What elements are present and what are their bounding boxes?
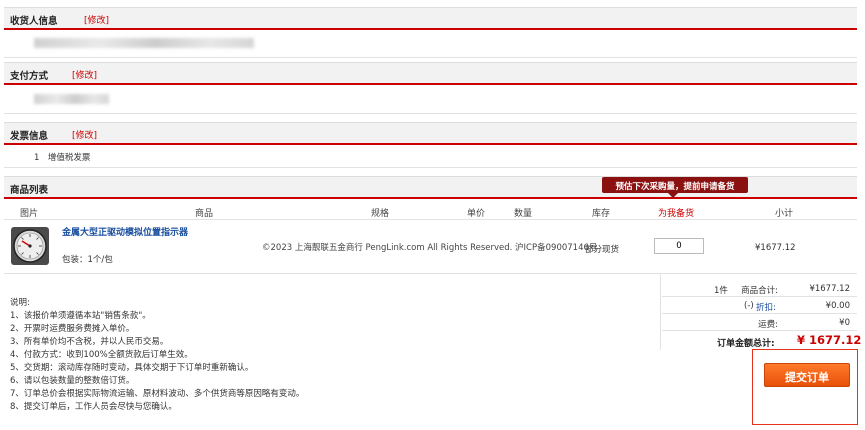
- product-subtotal: ¥1677.12: [755, 243, 796, 253]
- invoice-type: 1 增值税发票: [34, 153, 91, 163]
- reserve-tooltip-text: 预估下次采购量，提前申请备货: [615, 182, 735, 192]
- receiver-info: [4, 30, 857, 58]
- product-name-link[interactable]: 金属大型正驱动模拟位置指示器: [62, 225, 188, 238]
- col-reserve: 为我备货: [658, 209, 695, 219]
- submit-order-button[interactable]: 提交订单: [764, 363, 850, 387]
- shipping-label: 运费:: [758, 320, 778, 330]
- row-divider: [4, 273, 857, 274]
- order-total-value: ¥ 1677.12: [797, 333, 862, 347]
- submit-order-label: 提交订单: [785, 371, 829, 384]
- note-line: 2、开票时运费服务费摊入单价。: [10, 324, 135, 334]
- note-line: 3、所有单价均不含税，并以人民币交易。: [10, 337, 169, 347]
- copyright-text: ©2023 上海靓联五金商行 PengLink.com All Rights R…: [262, 243, 598, 253]
- summary-line-3: [662, 330, 857, 331]
- invoice-info: 1 增值税发票: [4, 145, 857, 168]
- col-subtotal: 小计: [775, 209, 794, 219]
- summary-line-2: [662, 313, 857, 314]
- order-total-label: 订单金额总计:: [717, 339, 775, 349]
- note-line: 说明:: [10, 298, 30, 308]
- receiver-title: 收货人信息: [10, 16, 58, 27]
- tooltip-arrow: [668, 193, 678, 198]
- header-divider: [4, 219, 857, 220]
- submit-highlight-frame: [752, 349, 858, 425]
- col-stock: 库存: [592, 209, 611, 219]
- goods-total-label: 商品合计:: [741, 286, 778, 296]
- discount-label[interactable]: 折扣:: [756, 301, 776, 313]
- payment-title: 支付方式: [10, 71, 49, 82]
- note-line: 5、交货期：滚动库存随时变动，具体交期于下订单时重新确认。: [10, 363, 254, 373]
- note-line: 4、付款方式：收到100%全额货款后订单生效。: [10, 350, 193, 360]
- goods-title: 商品列表: [10, 185, 49, 196]
- invoice-section-header: 发票信息 [修改]: [4, 122, 857, 145]
- shipping-value: ¥0: [839, 318, 850, 328]
- product-package: 包装：1个/包: [62, 255, 113, 265]
- summary-divider: [660, 274, 661, 350]
- col-price: 单价: [467, 209, 486, 219]
- reserve-qty-input[interactable]: [654, 238, 704, 254]
- note-line: 7、订单总价会根据实际物流运输、原材料波动、多个供货商等原因略有变动。: [10, 389, 305, 399]
- discount-prefix: (-): [744, 301, 754, 311]
- discount-value: ¥0.00: [825, 301, 850, 311]
- col-spec: 规格: [371, 209, 390, 219]
- product-image[interactable]: [10, 226, 50, 266]
- col-product: 商品: [195, 209, 214, 219]
- reserve-tooltip: 预估下次采购量，提前申请备货: [602, 177, 748, 193]
- col-image: 图片: [20, 209, 39, 219]
- receiver-redacted: [34, 38, 254, 48]
- gauge-icon: [11, 227, 49, 265]
- payment-edit-link[interactable]: [修改]: [72, 68, 97, 81]
- receiver-edit-link[interactable]: [修改]: [84, 13, 109, 26]
- goods-total-value: ¥1677.12: [809, 284, 850, 294]
- summary-line-1: [662, 296, 857, 297]
- product-stock: 部分现货: [585, 245, 620, 255]
- payment-redacted: [34, 94, 109, 104]
- payment-section-header: 支付方式 [修改]: [4, 62, 857, 85]
- invoice-title: 发票信息: [10, 131, 49, 142]
- note-line: 6、请以包装数量的整数倍订货。: [10, 376, 135, 386]
- payment-info: [4, 85, 857, 114]
- col-qty: 数量: [514, 209, 533, 219]
- note-line: 1、该报价单须遵循本站"销售条款"。: [10, 311, 151, 321]
- item-count: 1件: [714, 286, 728, 296]
- note-line: 8、提交订单后，工作人员会尽快与您确认。: [10, 402, 177, 412]
- receiver-section-header: 收货人信息 [修改]: [4, 7, 857, 30]
- invoice-edit-link[interactable]: [修改]: [72, 128, 97, 141]
